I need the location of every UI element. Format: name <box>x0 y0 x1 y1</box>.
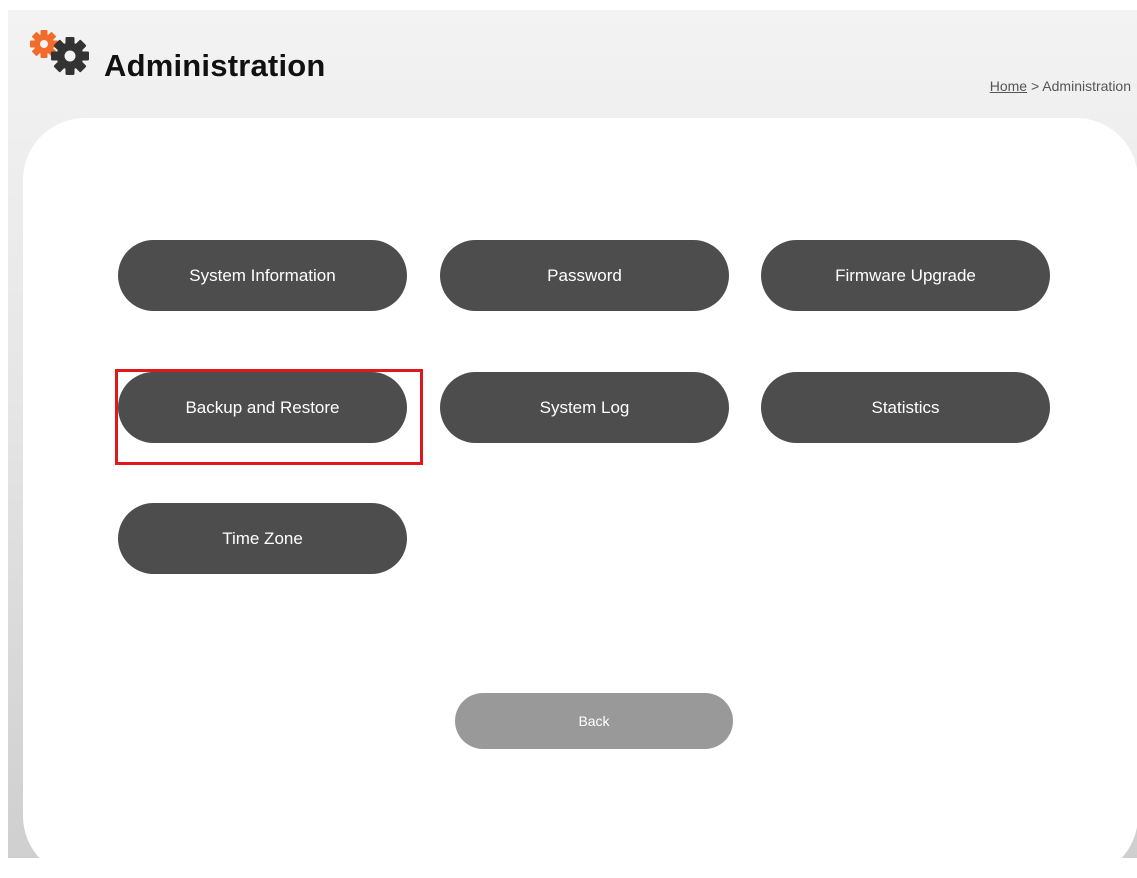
system-log-button[interactable]: System Log <box>440 372 729 443</box>
statistics-button[interactable]: Statistics <box>761 372 1050 443</box>
gears-icon <box>30 30 89 75</box>
backup-and-restore-button[interactable]: Backup and Restore <box>118 372 407 443</box>
breadcrumb: Home > Administration <box>990 78 1131 94</box>
breadcrumb-current: Administration <box>1042 78 1131 94</box>
time-zone-button[interactable]: Time Zone <box>118 503 407 574</box>
password-button[interactable]: Password <box>440 240 729 311</box>
firmware-upgrade-button[interactable]: Firmware Upgrade <box>761 240 1050 311</box>
breadcrumb-separator: > <box>1031 78 1043 94</box>
content-panel: System Information Password Firmware Upg… <box>23 118 1137 878</box>
page-title: Administration <box>104 48 326 83</box>
page-frame: Administration Home > Administration Sys… <box>8 10 1137 878</box>
back-button[interactable]: Back <box>455 693 733 749</box>
system-information-button[interactable]: System Information <box>118 240 407 311</box>
breadcrumb-home-link[interactable]: Home <box>990 78 1027 94</box>
page-header: Administration Home > Administration <box>8 10 1137 120</box>
